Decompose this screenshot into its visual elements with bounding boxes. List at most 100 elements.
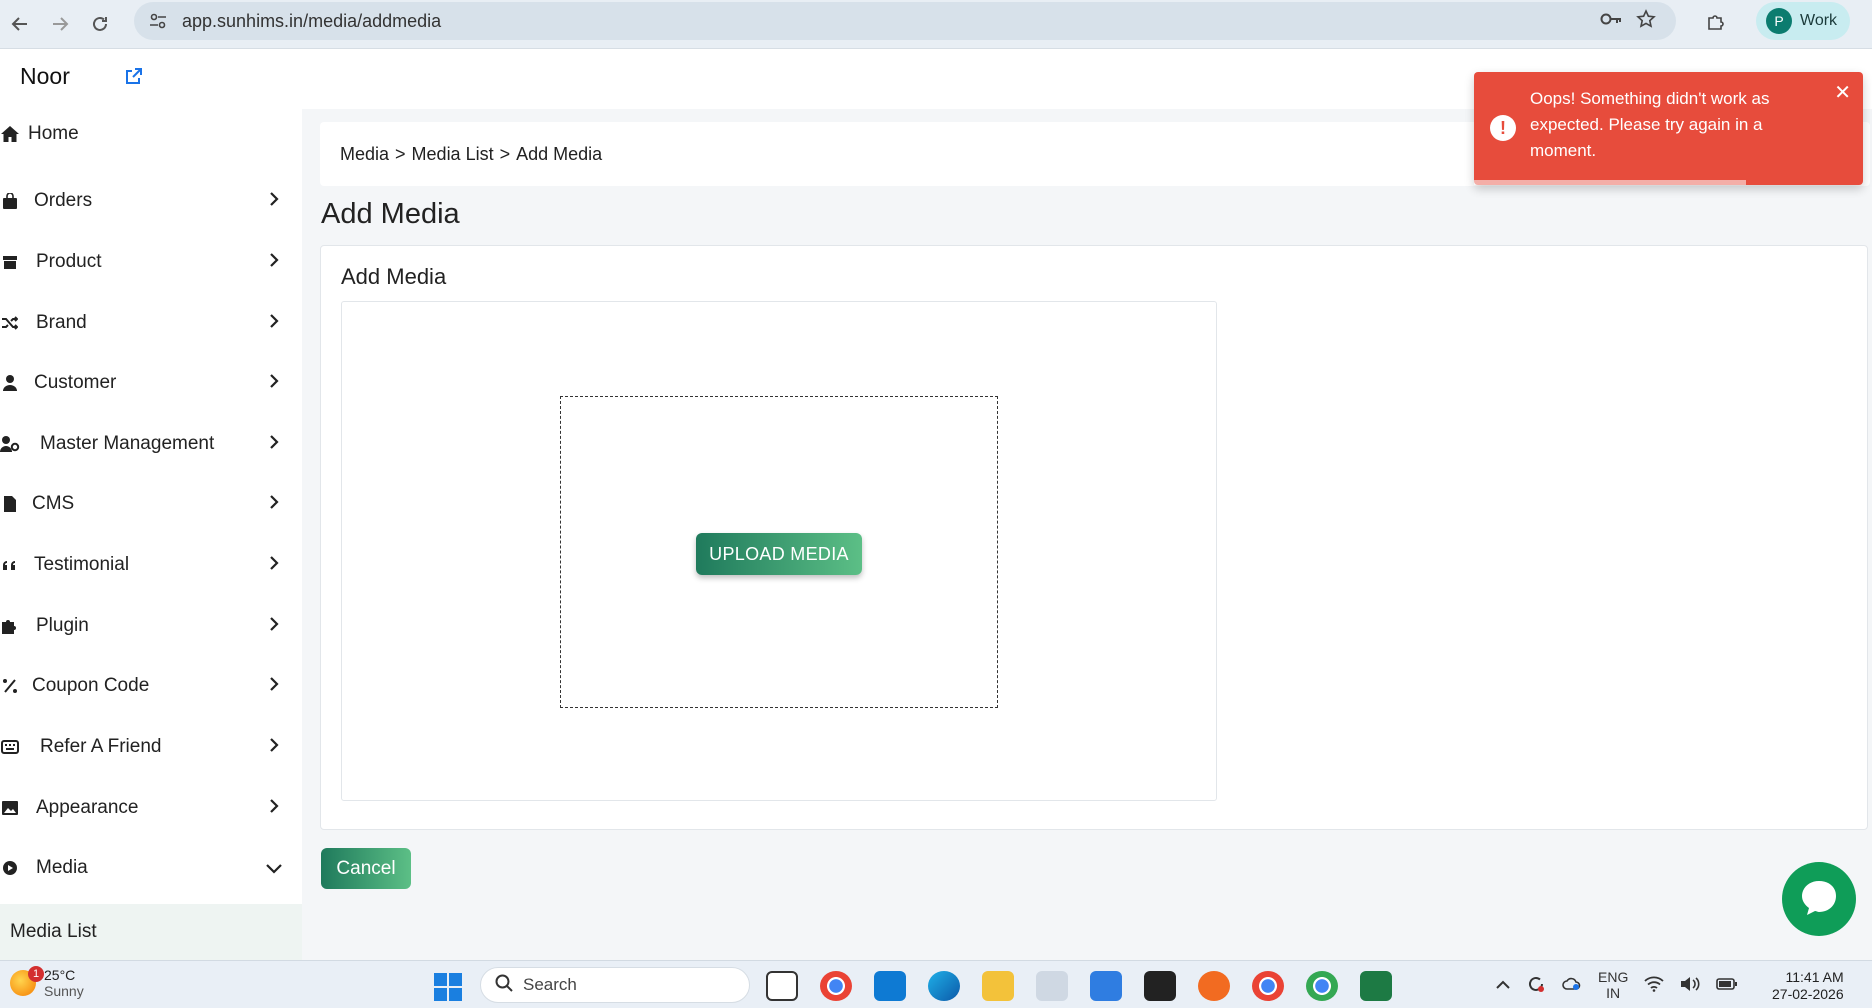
shuffle-icon: [0, 313, 20, 333]
sidebar-item-refer-a-friend[interactable]: Refer A Friend: [0, 722, 302, 772]
cancel-button[interactable]: Cancel: [321, 848, 411, 889]
back-icon[interactable]: [0, 4, 40, 44]
chrome-icon[interactable]: [820, 971, 852, 1001]
external-link-icon[interactable]: [124, 66, 144, 91]
chevron-right-icon: [264, 371, 284, 391]
cloud-info-icon[interactable]: [1562, 976, 1582, 995]
sidebar-item-label: Master Management: [40, 433, 215, 454]
chrome-profile-icon[interactable]: [1252, 971, 1284, 1001]
reload-icon[interactable]: [80, 4, 120, 44]
system-clock[interactable]: 11:41 AM 27-02-2026: [1772, 969, 1844, 1003]
chat-button[interactable]: [1782, 862, 1856, 936]
lang-top: ENG: [1598, 969, 1629, 985]
image-icon: [0, 798, 20, 818]
language-indicator[interactable]: ENG IN: [1598, 969, 1628, 1001]
breadcrumb-media[interactable]: Media: [340, 144, 389, 165]
sidebar-item-brand[interactable]: Brand: [0, 298, 302, 348]
extensions-puzzle-icon[interactable]: [1696, 4, 1736, 40]
bag-icon: [0, 191, 20, 211]
terminal-icon[interactable]: [1144, 971, 1176, 1001]
chrome-work-icon[interactable]: [1306, 971, 1338, 1001]
notepad-icon[interactable]: [1090, 971, 1122, 1001]
sidebar-item-label: Home: [28, 123, 79, 144]
battery-icon[interactable]: [1716, 977, 1738, 994]
sidebar-item-cms[interactable]: CMS: [0, 479, 302, 529]
url-text[interactable]: app.sunhims.in/media/addmedia: [182, 11, 441, 32]
weather-widget[interactable]: 1 25°C Sunny: [10, 966, 84, 999]
add-media-card: Add Media UPLOAD MEDIA: [320, 245, 1868, 830]
puzzle-icon: [0, 616, 20, 636]
keyboard-icon: [0, 737, 20, 757]
file-explorer-icon[interactable]: [982, 971, 1014, 1001]
breadcrumb-media-list[interactable]: Media List: [412, 144, 494, 165]
lang-bottom: IN: [1606, 985, 1621, 1001]
wifi-icon[interactable]: [1644, 976, 1664, 995]
home-icon: [0, 124, 20, 144]
sidebar-item-coupon-code[interactable]: Coupon Code: [0, 661, 302, 711]
percent-icon: [0, 676, 20, 696]
store-name: Noor: [20, 63, 70, 89]
profile-button[interactable]: P Work: [1756, 2, 1850, 40]
search-label: Search: [523, 975, 577, 994]
breadcrumb-separator: >: [395, 143, 406, 164]
postman-icon[interactable]: [1198, 971, 1230, 1001]
taskbar-search[interactable]: Search: [480, 967, 750, 1003]
sidebar-item-customer[interactable]: Customer: [0, 358, 302, 408]
chevron-right-icon: [264, 432, 284, 452]
breadcrumb-separator: >: [499, 143, 511, 164]
sidebar-subitem-media-list[interactable]: Media List: [0, 904, 302, 960]
user-icon: [0, 373, 20, 393]
vscode-icon[interactable]: [874, 971, 906, 1001]
volume-icon[interactable]: [1680, 976, 1700, 995]
upload-media-button[interactable]: UPLOAD MEDIA: [696, 533, 862, 575]
password-key-icon[interactable]: [1600, 11, 1622, 32]
sidebar-item-appearance[interactable]: Appearance: [0, 783, 302, 833]
site-info-icon[interactable]: [146, 9, 170, 33]
file-window-icon[interactable]: [766, 971, 798, 1001]
bookmark-star-icon[interactable]: [1636, 8, 1656, 34]
box-icon: [0, 252, 20, 272]
sidebar-item-media[interactable]: Media: [0, 843, 302, 893]
media-dropzone[interactable]: UPLOAD MEDIA: [560, 396, 998, 708]
sun-icon: 1: [10, 966, 44, 996]
chevron-right-icon: [264, 796, 284, 816]
profile-avatar: P: [1766, 8, 1792, 34]
edge-icon[interactable]: [928, 971, 960, 1001]
sidebar-item-home[interactable]: Home: [0, 109, 302, 159]
sidebar-item-label: Testimonial: [34, 554, 130, 575]
chevron-up-icon[interactable]: [1496, 977, 1510, 993]
sidebar-item-master-management[interactable]: Master Management: [0, 419, 302, 469]
forward-icon[interactable]: [40, 4, 80, 44]
user-gear-icon: [0, 434, 20, 454]
excel-icon[interactable]: [1360, 971, 1392, 1001]
taskbar-apps: [766, 971, 1392, 1001]
sidebar-item-label: Plugin: [36, 615, 89, 636]
sync-icon[interactable]: [1526, 974, 1546, 997]
sidebar-item-product[interactable]: Product: [0, 237, 302, 287]
card-title: Add Media: [341, 264, 447, 289]
upload-container: UPLOAD MEDIA: [341, 301, 1217, 801]
clock-date: 27-02-2026: [1772, 986, 1844, 1002]
sidebar-item-orders[interactable]: Orders: [0, 176, 302, 226]
sidebar-item-label: CMS: [32, 493, 75, 514]
close-icon[interactable]: ✕: [1834, 80, 1851, 105]
page-title: Add Media: [321, 198, 460, 230]
system-tray: ENG IN: [1496, 969, 1738, 1001]
chevron-right-icon: [264, 735, 284, 755]
chevron-right-icon: [264, 250, 284, 270]
sidebar-item-label: Coupon Code: [32, 675, 150, 696]
chat-bubble-icon: [1798, 876, 1840, 923]
os-taskbar: 1 25°C Sunny Search ENG IN 11:41 AM 27-0…: [0, 960, 1872, 1008]
sidebar-item-plugin[interactable]: Plugin: [0, 601, 302, 651]
sidebar-item-testimonial[interactable]: Testimonial: [0, 540, 302, 590]
play-icon: [0, 858, 20, 878]
sidebar-item-label: Customer: [34, 372, 117, 393]
error-toast: ! Oops! Something didn't work as expecte…: [1474, 72, 1863, 185]
sidebar-item-label: Appearance: [36, 797, 139, 818]
weather-temp: 25°C: [44, 967, 76, 983]
chevron-right-icon: [264, 311, 284, 331]
windows-start-icon[interactable]: [434, 973, 462, 1001]
snipping-tool-icon[interactable]: [1036, 971, 1068, 1001]
breadcrumb-add-media: Add Media: [516, 143, 603, 164]
address-bar[interactable]: app.sunhims.in/media/addmedia: [134, 2, 1676, 40]
